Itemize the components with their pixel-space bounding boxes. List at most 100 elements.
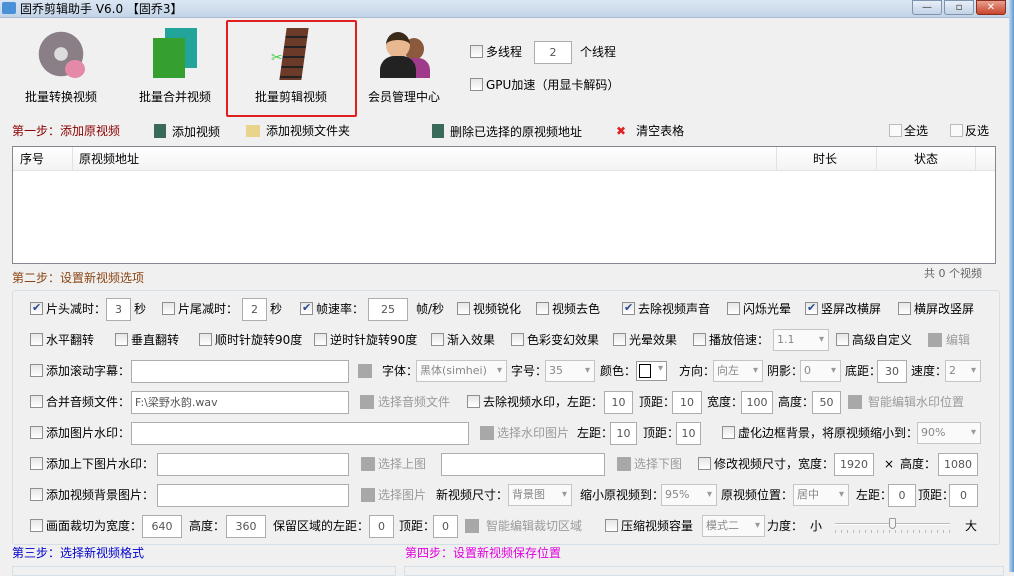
crop-left-input[interactable]: 0	[369, 515, 394, 538]
thread-count-input[interactable]: 2	[534, 41, 572, 64]
bottom-image-input[interactable]	[441, 453, 605, 476]
col-path[interactable]: 原视频地址	[79, 152, 139, 166]
tail-trim-input[interactable]: 2	[242, 298, 267, 321]
delete-selected-button[interactable]: 删除已选择的原视频地址	[432, 124, 582, 139]
bg-top-input[interactable]: 0	[949, 484, 978, 507]
clear-table-button[interactable]: ✖ 清空表格	[616, 124, 684, 138]
checkbox[interactable]	[693, 333, 706, 346]
iwm-top-input[interactable]: 10	[676, 422, 701, 445]
size-dropdown[interactable]: 35	[545, 360, 595, 382]
blur-border-checkbox[interactable]: 虚化边框背景，将原视频缩小到：	[722, 426, 918, 440]
batch-edit-button[interactable]: ✂ 批量剪辑视频	[236, 28, 346, 104]
checkbox[interactable]	[727, 302, 740, 315]
scroll-sub-input[interactable]	[131, 360, 349, 383]
color-fx-checkbox[interactable]: 色彩变幻效果	[511, 333, 599, 347]
h2v-checkbox[interactable]: 横屏改竖屏	[898, 302, 974, 316]
checkbox[interactable]	[698, 457, 711, 470]
checkbox[interactable]	[605, 519, 618, 532]
checkbox[interactable]	[162, 302, 175, 315]
checkbox[interactable]	[805, 301, 818, 315]
pick-image-button[interactable]: 选择图片	[378, 488, 426, 502]
ccw90-checkbox[interactable]: 逆时针旋转90度	[314, 333, 417, 347]
pick-bottom-button[interactable]: 选择下图	[634, 457, 682, 471]
checkbox[interactable]	[836, 333, 849, 346]
halo-checkbox[interactable]: 光晕效果	[613, 333, 677, 347]
mute-checkbox[interactable]: 去除视频声音	[622, 301, 710, 316]
checkbox[interactable]	[722, 426, 735, 439]
iwm-left-input[interactable]: 10	[610, 422, 637, 445]
checkbox[interactable]	[30, 395, 43, 408]
checkbox[interactable]	[613, 333, 626, 346]
new-size-dropdown[interactable]: 背景图	[508, 484, 572, 506]
multithread-checkbox[interactable]: 多线程	[470, 45, 522, 59]
crop-width-input[interactable]: 640	[142, 515, 182, 538]
checkbox[interactable]	[30, 301, 43, 315]
shadow-dropdown[interactable]: 0	[800, 360, 841, 382]
batch-merge-button[interactable]: 批量合并视频	[120, 28, 230, 104]
pick-top-button[interactable]: 选择上图	[378, 457, 426, 471]
hflip-checkbox[interactable]: 水平翻转	[30, 333, 94, 347]
checkbox[interactable]	[115, 333, 128, 346]
resize-checkbox[interactable]: 修改视频尺寸，宽度：	[698, 457, 834, 471]
checkbox[interactable]	[300, 301, 313, 315]
tb-wm-checkbox[interactable]: 添加上下图片水印：	[30, 457, 154, 471]
strength-slider[interactable]	[835, 518, 950, 534]
speed-checkbox[interactable]: 播放倍速：	[693, 333, 769, 347]
remove-watermark-checkbox[interactable]: 去除视频水印，左距：	[467, 395, 603, 409]
checkbox[interactable]	[457, 302, 470, 315]
edit-button[interactable]: 编辑	[946, 333, 970, 347]
vflip-checkbox[interactable]: 垂直翻转	[115, 333, 179, 347]
smart-crop-button[interactable]: 智能编辑裁切区域	[486, 519, 582, 533]
merge-audio-checkbox[interactable]: 合并音频文件：	[30, 395, 130, 409]
batch-convert-button[interactable]: 批量转换视频	[6, 28, 116, 104]
checkbox[interactable]	[30, 364, 43, 377]
checkbox[interactable]	[536, 302, 549, 315]
tail-trim-checkbox[interactable]: 片尾减时：	[162, 302, 238, 316]
compress-checkbox[interactable]: 压缩视频容量	[605, 519, 693, 533]
checkbox[interactable]	[30, 519, 43, 532]
checkbox[interactable]	[470, 78, 483, 91]
pick-audio-button[interactable]: 选择音频文件	[378, 395, 450, 409]
video-table[interactable]: 序号 原视频地址 时长 状态	[12, 146, 996, 264]
checkbox[interactable]	[431, 333, 444, 346]
slider-thumb[interactable]	[889, 518, 896, 529]
smart-wm-icon[interactable]	[848, 395, 862, 409]
sub-speed-dropdown[interactable]: 2	[945, 360, 981, 382]
wm-top-input[interactable]: 10	[672, 391, 702, 414]
advanced-checkbox[interactable]: 高级自定义	[836, 333, 912, 347]
image-icon[interactable]	[480, 426, 494, 440]
font-dropdown[interactable]: 黑体(simhei)	[416, 360, 507, 382]
edit-icon[interactable]	[928, 333, 942, 347]
direction-dropdown[interactable]: 向左	[713, 360, 763, 382]
audio-path-input[interactable]: F:\梁野水韵.wav	[131, 391, 349, 414]
pick-wm-button[interactable]: 选择水印图片	[497, 426, 569, 440]
bg-left-input[interactable]: 0	[888, 484, 916, 507]
col-index[interactable]: 序号	[20, 152, 44, 166]
invert-select-button[interactable]: 反选	[950, 124, 989, 138]
gpu-accel-checkbox[interactable]: GPU加速（用显卡解码）	[470, 78, 619, 92]
checkbox[interactable]	[511, 333, 524, 346]
checkbox[interactable]	[30, 488, 43, 501]
crop-top-input[interactable]: 0	[433, 515, 458, 538]
fps-checkbox[interactable]: 帧速率：	[300, 301, 364, 316]
shrink-dropdown[interactable]: 95%	[661, 484, 717, 506]
checkbox[interactable]	[898, 302, 911, 315]
member-center-button[interactable]: 会员管理中心	[349, 28, 459, 104]
image-icon[interactable]	[361, 488, 375, 502]
top-image-input[interactable]	[157, 453, 349, 476]
sharpen-checkbox[interactable]: 视频锐化	[457, 302, 521, 316]
v2h-checkbox[interactable]: 竖屏改横屏	[805, 301, 881, 316]
subtitle-icon[interactable]	[358, 364, 372, 378]
crop-checkbox[interactable]: 画面裁切为宽度：	[30, 519, 142, 533]
blur-scale-dropdown[interactable]: 90%	[917, 422, 981, 444]
bg-image-checkbox[interactable]: 添加视频背景图片：	[30, 488, 154, 502]
decolor-checkbox[interactable]: 视频去色	[536, 302, 600, 316]
position-dropdown[interactable]: 居中	[793, 484, 849, 506]
checkbox[interactable]	[30, 426, 43, 439]
wm-left-input[interactable]: 10	[604, 391, 633, 414]
wm-height-input[interactable]: 50	[812, 391, 841, 414]
add-folder-button[interactable]: 添加视频文件夹	[246, 124, 350, 138]
compress-mode-dropdown[interactable]: 模式二	[702, 515, 765, 537]
minimize-button[interactable]: —	[912, 0, 942, 15]
scroll-sub-checkbox[interactable]: 添加滚动字幕：	[30, 364, 130, 378]
